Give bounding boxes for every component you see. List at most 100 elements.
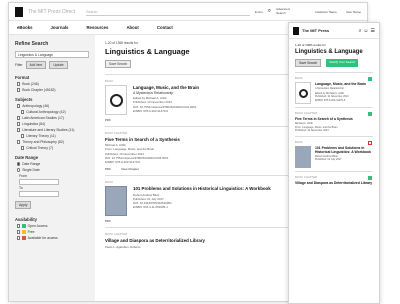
result-title[interactable]: Five Terms in Search of a Synthesis <box>105 137 180 142</box>
filter-option[interactable]: Anthropology (46) <box>17 104 89 108</box>
mobile-results-list: BOOK Language, Music, and the Brain A Myst… <box>295 72 373 189</box>
brand-name: The MIT Press <box>28 8 61 15</box>
nav-contact[interactable]: Contact <box>157 25 173 30</box>
availability-option[interactable]: Open Access <box>17 224 89 228</box>
mit-press-logo[interactable] <box>15 6 23 17</box>
filter-option[interactable]: Single Date <box>17 168 89 172</box>
checkbox[interactable] <box>21 110 25 114</box>
availability-option[interactable]: Free <box>17 230 89 234</box>
search-input[interactable]: Search <box>86 7 250 16</box>
book-cover[interactable] <box>105 85 127 115</box>
radio-button[interactable] <box>17 168 21 172</box>
checkbox[interactable] <box>17 82 21 86</box>
search-icon[interactable]: ⌕ <box>268 8 271 15</box>
search-scope-select[interactable]: Entire <box>255 10 263 14</box>
date-range-heading: Date Range <box>15 155 39 160</box>
availability-option[interactable]: Available for access <box>17 236 89 240</box>
apply-button[interactable]: Apply <box>15 201 32 209</box>
checkbox[interactable] <box>17 104 21 108</box>
filter-option[interactable]: Literary Theory (11) <box>21 134 89 138</box>
result-title[interactable]: Language, Music, and the Brain <box>133 85 199 90</box>
mobile-result-item: BOOK Language, Music, and the Brain A Myst… <box>295 72 373 107</box>
mobile-brand[interactable]: The MIT Press <box>302 28 329 33</box>
checkbox[interactable] <box>17 128 21 132</box>
result-title[interactable]: Village and Diaspora as Deterritorialize… <box>295 181 372 185</box>
meta-line: EISBN: 978-0-262-31470-6 <box>105 160 141 165</box>
availability-label: Free <box>27 230 35 234</box>
menu-icon[interactable]: ☰ <box>371 28 375 34</box>
meta-line: EISBN: 978-0-262-31470-6 <box>133 108 169 113</box>
filter-option[interactable]: Latin American Studies (17) <box>17 116 89 120</box>
filter-option-label: Single Date <box>22 168 40 172</box>
mit-press-logo[interactable] <box>293 26 299 35</box>
subject-options: Anthropology (46) Cultural Anthropology (… <box>15 104 89 150</box>
checkbox[interactable] <box>17 122 21 126</box>
user-menu[interactable]: User Name <box>346 10 361 14</box>
meta-line: Published: 10 November 2013 <box>295 129 329 133</box>
checkbox[interactable] <box>17 236 21 240</box>
availability-label: Open Access <box>27 224 48 228</box>
result-body: Language, Music, and the Brain A Mysterio… <box>295 82 373 104</box>
nav-ebooks[interactable]: eBooks <box>17 25 33 30</box>
filter-option[interactable]: Linguistics (84) <box>17 122 89 126</box>
refine-search-input[interactable]: Linguistics & Language <box>15 51 89 58</box>
checkbox[interactable] <box>17 224 21 228</box>
filter-option-label: Literary Theory (11) <box>26 134 56 138</box>
checkbox[interactable] <box>17 230 21 234</box>
result-title[interactable]: Five Terms in Search of a Synthesis <box>295 117 353 121</box>
availability-options: Open Access Free Available for access <box>15 224 89 240</box>
result-info: Five Terms in Search of a Synthesis Micha… <box>105 137 180 164</box>
filter-select[interactable]: Filter <box>15 63 23 67</box>
result-info: Village and Diaspora as Deterritorialize… <box>105 238 205 248</box>
result-title[interactable]: Language, Music, and the Brain <box>315 82 366 86</box>
nav-about[interactable]: About <box>126 25 138 30</box>
result-type: BOOK <box>295 139 304 144</box>
modify-search-button[interactable]: Modify Your Search <box>326 59 359 67</box>
result-title[interactable]: Village and Diaspora as Deterritorialize… <box>105 238 205 243</box>
radio-button[interactable] <box>17 162 21 166</box>
filter-option[interactable]: Book Chapter (45182) <box>17 88 89 92</box>
checkbox[interactable] <box>21 134 25 138</box>
user-icon[interactable]: ☺ <box>363 28 368 34</box>
add-item-button[interactable]: Add Item <box>25 61 47 69</box>
pdf-link[interactable]: PDF <box>105 167 111 171</box>
advanced-search-link[interactable]: Advanced Search <box>276 8 296 15</box>
checkbox[interactable] <box>21 146 25 150</box>
pdf-link[interactable]: PDF <box>105 219 111 223</box>
availability-label: Available for access <box>27 236 58 240</box>
result-title[interactable]: 101 Problems and Solutions in Historical… <box>133 186 271 191</box>
checkbox[interactable] <box>17 116 21 120</box>
filter-option[interactable]: Literature and Literary Studies (11) <box>17 128 89 132</box>
filter-option[interactable]: Theory and Philosophy (82) <box>17 140 89 144</box>
filter-option[interactable]: Critical Theory (7) <box>21 146 89 150</box>
result-author[interactable]: Paolo L. Agamben, Roberto <box>105 245 205 249</box>
from-date-input[interactable] <box>19 179 59 185</box>
save-search-button[interactable]: Save Search <box>105 60 132 68</box>
to-date-input[interactable] <box>19 191 59 197</box>
checkbox[interactable] <box>17 140 21 144</box>
filter-option[interactable]: Book (246) <box>17 82 89 86</box>
result-title[interactable]: 101 Problems and Solutions in Historical… <box>315 146 373 154</box>
search-icon[interactable]: ⌕ <box>359 28 362 34</box>
access-icon <box>368 140 372 145</box>
mobile-result-item: BOOK 101 Problems and Solutions in Histor… <box>295 135 373 171</box>
nav-resources[interactable]: Resources <box>86 25 108 30</box>
pdf-link[interactable]: PDF <box>105 118 111 122</box>
nav-journals[interactable]: Journals <box>51 25 69 30</box>
result-meta: Michael A. Arbib From: Language, Music, a… <box>295 122 353 133</box>
mobile-save-search-button[interactable]: Save Search <box>295 59 322 67</box>
filter-option[interactable]: Cultural Anthropology (42) <box>21 110 89 114</box>
view-chapter-link[interactable]: View Chapter <box>121 167 139 171</box>
filter-option[interactable]: Date Range <box>17 162 89 166</box>
mobile-content: 1-20 of 1368 results for Linguistics & L… <box>289 39 379 193</box>
book-cover[interactable] <box>295 145 311 168</box>
result-type: BOOK CHAPTER <box>295 111 318 115</box>
institution-menu[interactable]: Institution Name <box>315 10 337 14</box>
checkbox[interactable] <box>17 88 21 92</box>
update-button[interactable]: Update <box>49 61 68 69</box>
result-info: 101 Problems and Solutions in Historical… <box>315 146 373 168</box>
brand-title[interactable]: The MIT Press Direct <box>28 9 75 15</box>
date-options: Date Range Single Date <box>15 162 89 172</box>
book-cover[interactable] <box>105 186 127 217</box>
book-cover[interactable] <box>295 82 311 104</box>
